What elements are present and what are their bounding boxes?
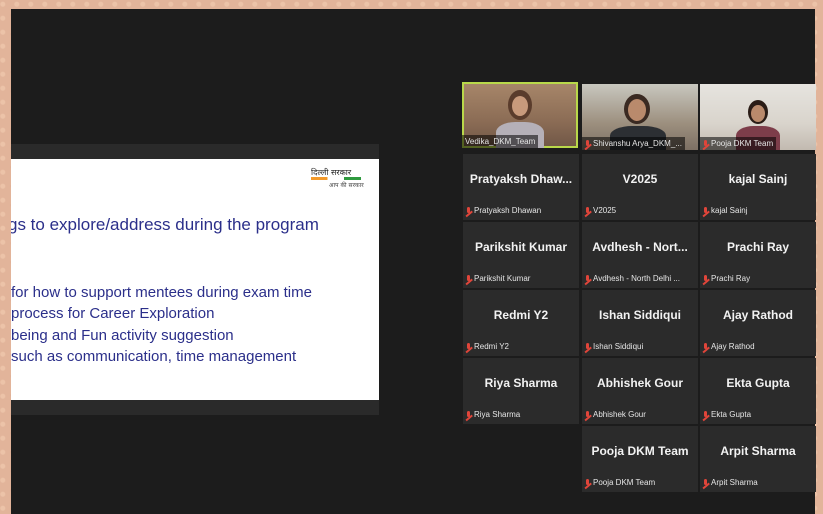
muted-mic-icon <box>585 274 590 283</box>
participant-name-tag: Shivanshu Arya_DKM_... <box>582 137 685 150</box>
muted-mic-icon <box>585 342 590 351</box>
participant-display-name: Abhishek Gour <box>596 376 683 390</box>
participant-display-name: Ajay Rathod <box>722 308 793 322</box>
participant-video-tile[interactable]: Shivanshu Arya_DKM_... <box>582 84 698 150</box>
participant-tile[interactable]: Riya Sharma Riya Sharma <box>463 358 579 424</box>
participant-display-name: Avdhesh - Nort... <box>592 240 688 254</box>
participant-display-name: Parikshit Kumar <box>474 240 568 254</box>
muted-mic-icon <box>703 410 708 419</box>
participant-display-name: Ishan Siddiqui <box>598 308 681 322</box>
logo-subtitle: आप की सरकार <box>329 182 364 189</box>
muted-mic-icon <box>466 206 471 215</box>
participant-display-name: Ekta Gupta <box>726 376 790 390</box>
participant-name-tag: Pooja DKM Team <box>585 476 655 489</box>
participant-name-tag: Pratyaksh Dhawan <box>466 204 541 217</box>
slide-bullet: process for Career Exploration <box>11 305 215 322</box>
participant-tile[interactable]: Ekta Gupta Ekta Gupta <box>700 358 816 424</box>
participant-tile[interactable]: V2025 V2025 <box>582 154 698 220</box>
participant-display-name: Arpit Sharma <box>720 444 796 458</box>
muted-mic-icon <box>585 139 590 148</box>
muted-mic-icon <box>703 206 708 215</box>
muted-mic-icon <box>703 342 708 351</box>
muted-mic-icon <box>466 274 471 283</box>
participant-tile[interactable]: Pratyaksh Dhaw... Pratyaksh Dhawan <box>463 154 579 220</box>
participant-name-tag: Pooja DKM Team <box>700 137 777 150</box>
participant-name-tag: kajal Sainj <box>703 204 747 217</box>
muted-mic-icon <box>466 410 471 419</box>
participant-tile[interactable]: Parikshit Kumar Parikshit Kumar <box>463 222 579 288</box>
participant-display-name: V2025 <box>622 172 658 186</box>
participant-name-tag: Avdhesh - North Delhi ... <box>585 272 680 285</box>
participant-display-name: Pratyaksh Dhaw... <box>469 172 573 186</box>
participant-name-tag: Riya Sharma <box>466 408 520 421</box>
participant-tile[interactable]: kajal Sainj kajal Sainj <box>700 154 816 220</box>
slide-heading: gs to explore/address during the program <box>11 215 319 234</box>
delhi-govt-logo: दिल्ली सरकार आप की सरकार <box>311 167 371 189</box>
meeting-window: दिल्ली सरकार आप की सरकार gs to explore/a… <box>11 9 816 514</box>
shared-slide: दिल्ली सरकार आप की सरकार gs to explore/a… <box>11 159 379 400</box>
muted-mic-icon <box>703 478 708 487</box>
slide-bullet: being and Fun activity suggestion <box>11 327 234 344</box>
participant-name-tag: Ekta Gupta <box>703 408 751 421</box>
participant-tile[interactable]: Avdhesh - Nort... Avdhesh - North Delhi … <box>582 222 698 288</box>
participant-tile[interactable]: Redmi Y2 Redmi Y2 <box>463 290 579 356</box>
muted-mic-icon <box>585 206 590 215</box>
participant-name-tag: Ajay Rathod <box>703 340 755 353</box>
muted-mic-icon <box>466 342 471 351</box>
slide-bullet: for how to support mentees during exam t… <box>11 284 312 301</box>
participant-name-tag: Ishan Siddiqui <box>585 340 643 353</box>
participant-name-tag: Parikshit Kumar <box>466 272 530 285</box>
participant-name-tag: Vedika_DKM_Team <box>462 135 539 148</box>
muted-mic-icon <box>703 274 708 283</box>
participant-name-tag: V2025 <box>585 204 616 217</box>
participant-tile[interactable]: Ajay Rathod Ajay Rathod <box>700 290 816 356</box>
participant-video-tile[interactable]: Vedika_DKM_Team <box>462 82 578 148</box>
participant-tile[interactable]: Prachi Ray Prachi Ray <box>700 222 816 288</box>
participant-display-name: Pooja DKM Team <box>591 444 689 458</box>
slide-bullet: such as communication, time management <box>11 348 297 365</box>
participant-display-name: kajal Sainj <box>728 172 788 186</box>
muted-mic-icon <box>585 478 590 487</box>
muted-mic-icon <box>703 139 708 148</box>
participant-video-tile[interactable]: Pooja DKM Team <box>700 84 816 150</box>
participant-name-tag: Arpit Sharma <box>703 476 758 489</box>
participant-display-name: Prachi Ray <box>726 240 790 254</box>
participant-tile[interactable]: Ishan Siddiqui Ishan Siddiqui <box>582 290 698 356</box>
participant-name-tag: Redmi Y2 <box>466 340 509 353</box>
participant-name-tag: Abhishek Gour <box>585 408 646 421</box>
participant-name-tag: Prachi Ray <box>703 272 750 285</box>
participant-display-name: Redmi Y2 <box>493 308 549 322</box>
screen-share-area: दिल्ली सरकार आप की सरकार gs to explore/a… <box>11 144 379 415</box>
participant-tile[interactable]: Arpit Sharma Arpit Sharma <box>700 426 816 492</box>
muted-mic-icon <box>585 410 590 419</box>
participant-tile[interactable]: Pooja DKM Team Pooja DKM Team <box>582 426 698 492</box>
participant-tile[interactable]: Abhishek Gour Abhishek Gour <box>582 358 698 424</box>
participant-display-name: Riya Sharma <box>484 376 558 390</box>
